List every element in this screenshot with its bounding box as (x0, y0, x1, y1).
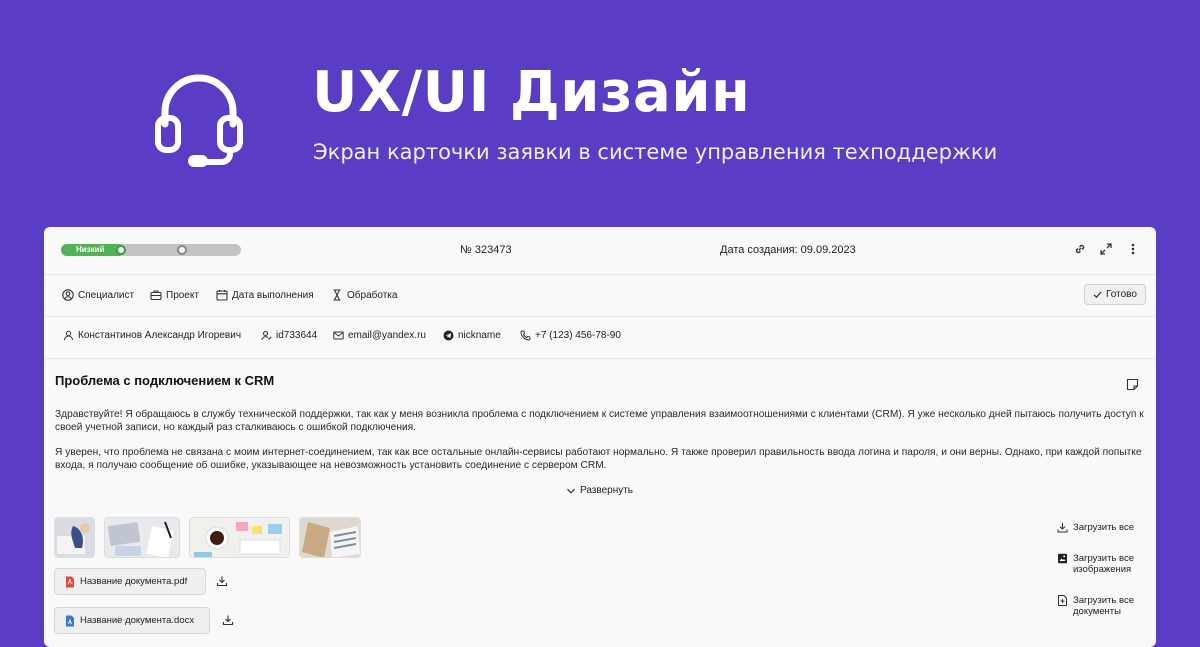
issue-paragraph-1: Здравствуйте! Я обращаюсь в службу техни… (55, 409, 1144, 433)
priority-slider[interactable]: Низкий (61, 244, 241, 256)
contact-id-text: id733644 (276, 330, 318, 341)
priority-step-dot[interactable] (177, 245, 187, 255)
download-icon[interactable] (216, 575, 228, 587)
download-all-button[interactable]: Загрузить все (1057, 522, 1153, 533)
contact-id[interactable]: id733644 (261, 330, 317, 341)
project-label: Проект (166, 289, 199, 301)
hourglass-icon (333, 289, 341, 301)
contact-email[interactable]: email@yandex.ru (333, 330, 426, 341)
headset-icon (155, 74, 243, 167)
hero-title: UX/UI Дизайн (312, 60, 751, 125)
contact-email-text: email@yandex.ru (348, 330, 426, 341)
file-name: Название документа.docx (80, 615, 195, 626)
more-vertical-icon[interactable] (1126, 242, 1140, 256)
priority-label: Низкий (76, 245, 105, 254)
user-id-icon (261, 331, 272, 341)
attachment-image[interactable] (299, 517, 361, 558)
user-icon (64, 330, 73, 341)
specialist-label: Специалист (78, 289, 135, 301)
note-icon[interactable] (1126, 378, 1139, 391)
contact-telegram[interactable]: nickname (443, 330, 501, 341)
image-file-icon (1058, 553, 1067, 564)
link-icon[interactable] (1073, 242, 1087, 256)
priority-handle[interactable] (116, 245, 126, 255)
download-images-label: Загрузить все изображения (1073, 553, 1134, 575)
ready-button[interactable]: Готово (1084, 284, 1146, 305)
due-date-label: Дата выполнения (232, 289, 314, 301)
pdf-file-icon (66, 576, 74, 587)
hero-subtitle: Экран карточки заявки в системе управлен… (313, 140, 998, 164)
created-date: Дата создания: 09.09.2023 (720, 244, 856, 256)
contact-telegram-text: nickname (458, 330, 501, 341)
download-icon[interactable] (222, 614, 234, 626)
document-file-icon (1058, 595, 1067, 606)
word-file-icon (66, 615, 74, 626)
expand-icon[interactable] (1099, 242, 1113, 256)
download-documents-button[interactable]: Загрузить все документы (1057, 595, 1153, 617)
telegram-icon (443, 330, 454, 341)
attachment-image[interactable] (54, 517, 95, 558)
project-button[interactable]: Проект (150, 289, 199, 301)
priority-fill: Низкий (61, 244, 124, 256)
file-name: Название документа.pdf (80, 576, 188, 587)
download-documents-label: Загрузить все документы (1073, 595, 1134, 617)
ready-label: Готово (1106, 289, 1137, 300)
download-images-button[interactable]: Загрузить все изображения (1057, 553, 1153, 575)
processing-button[interactable]: Обработка (331, 289, 397, 301)
expand-label: Развернуть (580, 485, 634, 496)
issue-paragraph-2: Я уверен, что проблема не связана с моим… (55, 447, 1142, 471)
attachment-image[interactable] (104, 517, 180, 558)
phone-icon (520, 330, 531, 341)
divider (44, 358, 1156, 359)
user-circle-icon (62, 289, 74, 301)
attachment-image[interactable] (189, 517, 290, 558)
contact-phone[interactable]: +7 (123) 456-78-90 (520, 330, 621, 341)
issue-title: Проблема с подключением к CRM (55, 373, 275, 388)
ticket-number: № 323473 (460, 244, 512, 256)
divider (44, 316, 1156, 317)
contact-name: Константинов Александр Игоревич (63, 330, 241, 341)
chevron-down-icon (567, 488, 575, 494)
download-icon (1057, 523, 1068, 533)
check-icon (1093, 291, 1102, 299)
ticket-card: Низкий № 323473 Дата создания: 09.09.202… (44, 227, 1156, 647)
specialist-button[interactable]: Специалист (62, 289, 134, 301)
due-date-button[interactable]: Дата выполнения (216, 289, 314, 301)
mail-icon (333, 331, 344, 340)
calendar-icon (216, 290, 228, 301)
download-all-label: Загрузить все (1073, 522, 1134, 533)
processing-label: Обработка (347, 289, 398, 301)
divider (44, 274, 1156, 275)
contact-name-text: Константинов Александр Игоревич (78, 330, 242, 341)
file-attachment-pdf[interactable]: Название документа.pdf (54, 568, 206, 595)
briefcase-icon (150, 290, 162, 301)
contact-phone-text: +7 (123) 456-78-90 (535, 330, 621, 341)
expand-button[interactable]: Развернуть (566, 485, 633, 496)
